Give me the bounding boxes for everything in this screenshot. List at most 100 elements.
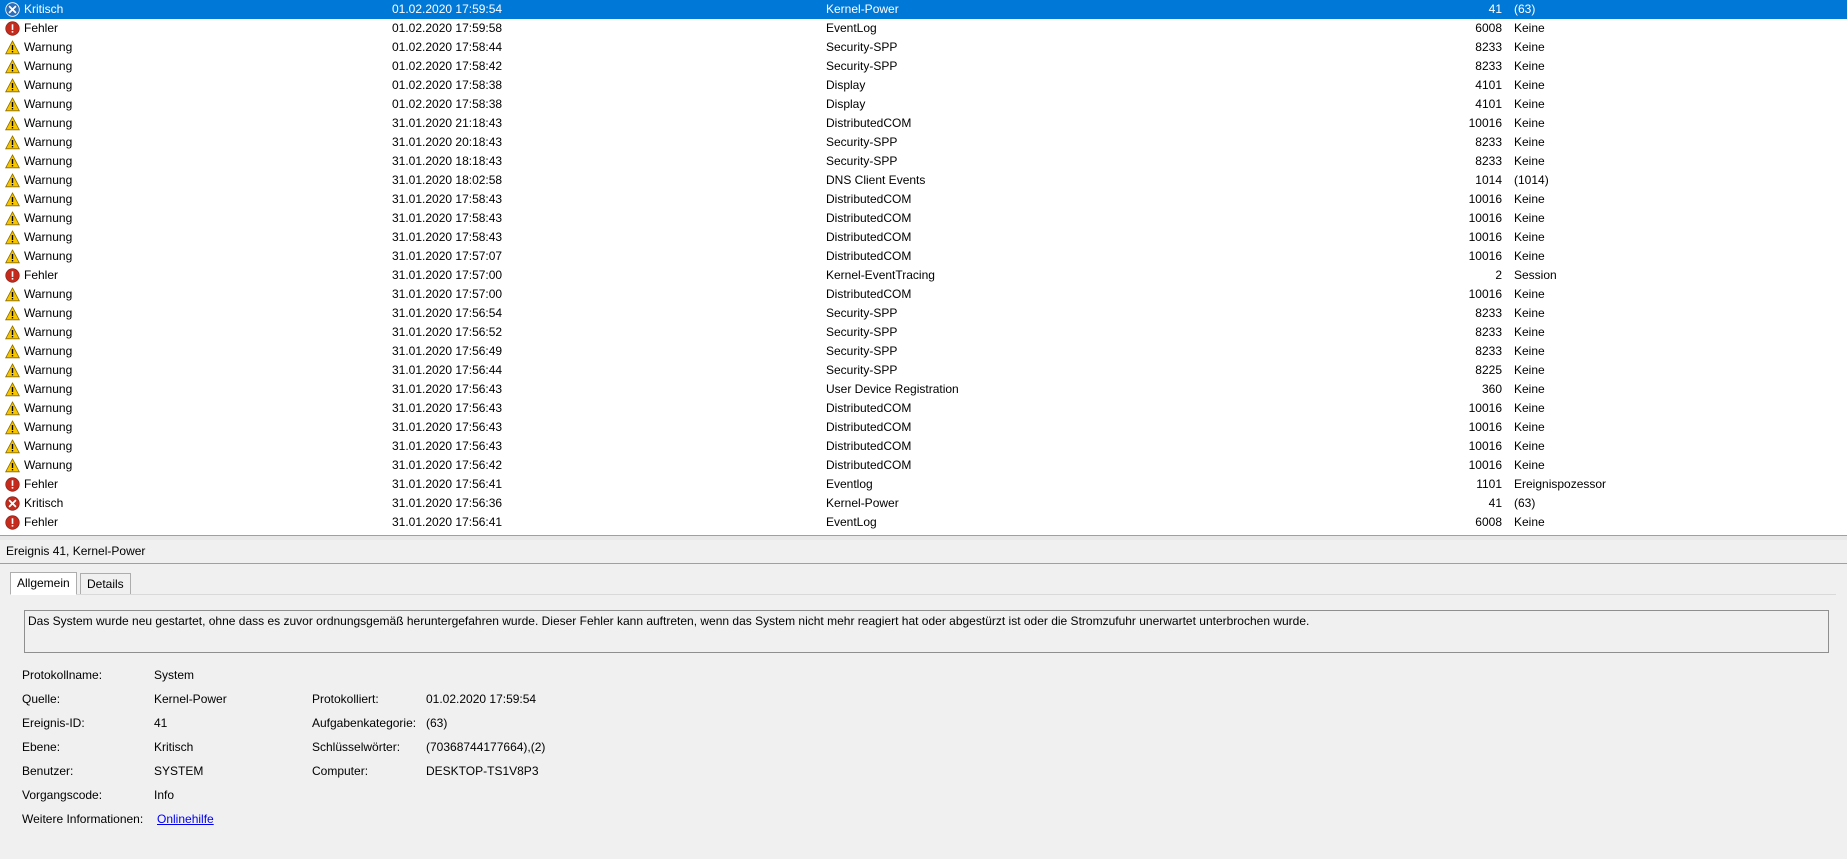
event-row[interactable]: Fehler 31.01.2020 17:56:41 Eventlog 1101 Ere…: [0, 475, 1847, 494]
event-row[interactable]: Warnung 31.01.2020 20:18:43 Security-SPP 82…: [0, 133, 1847, 152]
event-detail-pane: Ereignis 41, Kernel-Power Allgemein Deta…: [0, 540, 1847, 859]
event-id: 10016: [1468, 420, 1502, 434]
error-icon: [5, 268, 20, 283]
value-protokollname: System: [154, 668, 195, 682]
event-level: Kritisch: [24, 496, 64, 510]
event-source: EventLog: [826, 515, 877, 529]
warning-icon: [5, 287, 20, 302]
event-level: Warnung: [24, 420, 73, 434]
event-row[interactable]: Kritisch 01.02.2020 17:59:54 Kernel-Power 4…: [0, 0, 1847, 19]
event-row[interactable]: Fehler 01.02.2020 17:59:58 EventLog 6008 Kei…: [0, 19, 1847, 38]
label-benutzer: Benutzer:: [22, 764, 74, 778]
event-id: 41: [1488, 496, 1502, 510]
event-category: Keine: [1514, 211, 1545, 225]
event-id: 10016: [1468, 116, 1502, 130]
event-category: Keine: [1514, 439, 1545, 453]
warning-icon: [5, 173, 20, 188]
event-datetime: 01.02.2020 17:58:44: [392, 40, 503, 54]
event-level: Warnung: [24, 306, 73, 320]
event-id: 8233: [1475, 135, 1502, 149]
event-row[interactable]: Warnung 31.01.2020 17:56:42 DistributedCOM…: [0, 456, 1847, 475]
event-level: Warnung: [24, 116, 73, 130]
event-row[interactable]: Warnung 31.01.2020 17:56:43 DistributedCOM…: [0, 399, 1847, 418]
event-level: Warnung: [24, 401, 73, 415]
event-id: 10016: [1468, 401, 1502, 415]
event-category: Keine: [1514, 97, 1545, 111]
warning-icon: [5, 458, 20, 473]
event-datetime: 31.01.2020 17:56:43: [392, 420, 503, 434]
event-category: Keine: [1514, 59, 1545, 73]
warning-icon: [5, 382, 20, 397]
event-level: Warnung: [24, 211, 73, 225]
event-row[interactable]: Warnung 31.01.2020 17:56:43 User Device Re…: [0, 380, 1847, 399]
event-datetime: 31.01.2020 17:56:42: [392, 458, 503, 472]
event-row[interactable]: Warnung 01.02.2020 17:58:42 Security-SPP 82…: [0, 57, 1847, 76]
event-row[interactable]: Warnung 31.01.2020 18:02:58 DNS Client Eve…: [0, 171, 1847, 190]
event-category: (63): [1514, 2, 1536, 16]
event-category: (63): [1514, 496, 1536, 510]
event-category: Keine: [1514, 344, 1545, 358]
event-row[interactable]: Warnung 01.02.2020 17:58:38 Display 4101 Kei…: [0, 76, 1847, 95]
event-id: 8233: [1475, 154, 1502, 168]
label-vorgangscode: Vorgangscode:: [22, 788, 103, 802]
event-row[interactable]: Warnung 31.01.2020 17:56:43 DistributedCOM…: [0, 418, 1847, 437]
event-row[interactable]: Warnung 01.02.2020 17:58:44 Security-SPP 82…: [0, 38, 1847, 57]
warning-icon: [5, 40, 20, 55]
event-description[interactable]: Das System wurde neu gestartet, ohne das…: [24, 610, 1829, 653]
event-id: 10016: [1468, 287, 1502, 301]
event-level: Fehler: [24, 21, 59, 35]
label-computer: Computer:: [312, 764, 369, 778]
event-id: 8233: [1475, 306, 1502, 320]
event-source: Security-SPP: [826, 40, 898, 54]
event-level: Fehler: [24, 515, 59, 529]
event-level: Warnung: [24, 344, 73, 358]
warning-icon: [5, 249, 20, 264]
event-level: Warnung: [24, 325, 73, 339]
event-level: Warnung: [24, 97, 73, 111]
event-row[interactable]: Warnung 31.01.2020 17:58:43 DistributedCOM…: [0, 228, 1847, 247]
label-ebene: Ebene:: [22, 740, 61, 754]
event-level: Warnung: [24, 439, 73, 453]
event-row[interactable]: Warnung 31.01.2020 17:56:52 Security-SPP 82…: [0, 323, 1847, 342]
event-row[interactable]: Fehler 31.01.2020 17:56:41 EventLog 6008 Kei…: [0, 513, 1847, 532]
event-source: DistributedCOM: [826, 420, 912, 434]
event-category: Keine: [1514, 116, 1545, 130]
warning-icon: [5, 59, 20, 74]
event-row[interactable]: Warnung 31.01.2020 17:56:54 Security-SPP 82…: [0, 304, 1847, 323]
event-row[interactable]: Warnung 31.01.2020 18:18:43 Security-SPP 82…: [0, 152, 1847, 171]
tab-details[interactable]: Details: [80, 573, 131, 595]
event-source: Display: [826, 78, 866, 92]
event-row[interactable]: Warnung 01.02.2020 17:58:38 Display 4101 Kei…: [0, 95, 1847, 114]
event-row[interactable]: Warnung 31.01.2020 17:58:43 DistributedCOM…: [0, 209, 1847, 228]
event-source: DistributedCOM: [826, 439, 912, 453]
tab-allgemein[interactable]: Allgemein: [10, 572, 77, 595]
event-source: User Device Registration: [826, 382, 959, 396]
event-datetime: 01.02.2020 17:58:38: [392, 97, 503, 111]
event-list[interactable]: Kritisch 01.02.2020 17:59:54 Kernel-Power 4…: [0, 0, 1847, 535]
value-computer: DESKTOP-TS1V8P3: [426, 764, 539, 778]
event-row[interactable]: Warnung 31.01.2020 17:57:00 DistributedCOM…: [0, 285, 1847, 304]
event-source: Security-SPP: [826, 59, 898, 73]
event-row[interactable]: Warnung 31.01.2020 17:56:49 Security-SPP 82…: [0, 342, 1847, 361]
event-id: 10016: [1468, 230, 1502, 244]
event-source: Kernel-Power: [826, 496, 899, 510]
event-row[interactable]: Warnung 31.01.2020 17:57:07 DistributedCOM…: [0, 247, 1847, 266]
event-id: 4101: [1475, 97, 1502, 111]
value-quelle: Kernel-Power: [154, 692, 227, 706]
event-row[interactable]: Fehler 31.01.2020 17:57:00 Kernel-EventTra…: [0, 266, 1847, 285]
label-aufgabenkategorie: Aufgabenkategorie:: [312, 716, 417, 730]
onlinehilfe-link[interactable]: Onlinehilfe: [157, 812, 214, 826]
event-datetime: 01.02.2020 17:59:58: [392, 21, 503, 35]
event-row[interactable]: Warnung 31.01.2020 17:56:44 Security-SPP 82…: [0, 361, 1847, 380]
event-id: 4101: [1475, 78, 1502, 92]
warning-icon: [5, 78, 20, 93]
event-row[interactable]: Warnung 31.01.2020 21:18:43 DistributedCOM…: [0, 114, 1847, 133]
event-category: (1014): [1514, 173, 1549, 187]
event-category: Ereignispozessor: [1514, 477, 1607, 491]
label-quelle: Quelle:: [22, 692, 61, 706]
event-id: 1014: [1475, 173, 1502, 187]
event-row[interactable]: Warnung 31.01.2020 17:56:43 DistributedCOM…: [0, 437, 1847, 456]
warning-icon: [5, 97, 20, 112]
event-row[interactable]: Kritisch 31.01.2020 17:56:36 Kernel-Power 4…: [0, 494, 1847, 513]
event-row[interactable]: Warnung 31.01.2020 17:58:43 DistributedCOM…: [0, 190, 1847, 209]
